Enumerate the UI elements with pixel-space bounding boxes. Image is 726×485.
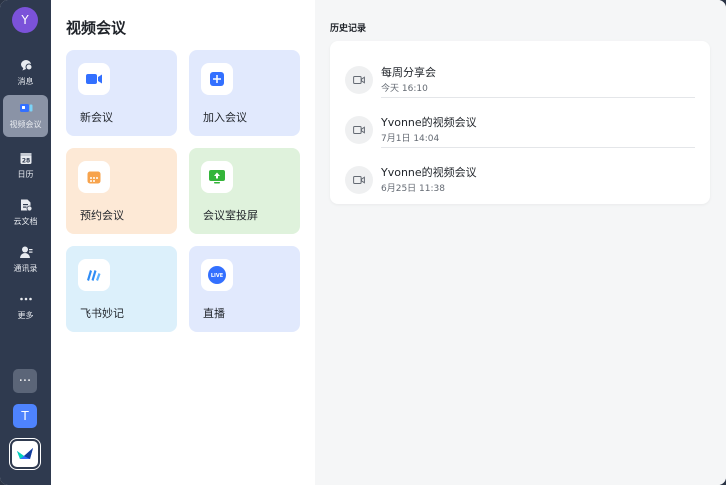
sidebar-item-label: 更多	[17, 311, 34, 320]
new-meeting-card[interactable]: 新会议	[66, 50, 177, 136]
live-stream-card[interactable]: LIVE 直播	[189, 246, 300, 332]
sidebar: Y 消息 视频会议 28 日历 云文档 通讯录 更多 ··· T	[0, 0, 51, 485]
history-panel: 历史记录 每周分享会 今天 16:10 Yvonne的视频会议 7月1日 14:…	[315, 0, 726, 485]
sidebar-item-label: 通讯录	[13, 264, 38, 273]
card-label: 新会议	[80, 111, 113, 124]
history-item-time: 今天 16:10	[381, 84, 428, 94]
more-dots-icon	[19, 292, 33, 306]
page-title: 视频会议	[66, 19, 127, 37]
sidebar-item-label: 日历	[17, 170, 34, 179]
minutes-icon	[78, 259, 110, 291]
screen-share-icon	[201, 161, 233, 193]
live-badge-text: LIVE	[211, 273, 224, 279]
user-avatar[interactable]: Y	[12, 7, 38, 33]
card-label: 预约会议	[80, 209, 124, 222]
history-list: 每周分享会 今天 16:10 Yvonne的视频会议 7月1日 14:04 Yv…	[330, 41, 710, 204]
card-label: 会议室投屏	[203, 209, 258, 222]
svg-text:28: 28	[21, 158, 29, 165]
sidebar-item-calendar[interactable]: 28 日历	[3, 145, 48, 187]
sidebar-item-label: 视频会议	[9, 120, 42, 129]
sidebar-item-label: 云文档	[13, 217, 38, 226]
join-meeting-card[interactable]: 加入会议	[189, 50, 300, 136]
history-title: 历史记录	[330, 24, 367, 34]
video-camera-icon	[345, 166, 373, 194]
workspace-avatar[interactable]: T	[13, 404, 37, 428]
history-item[interactable]: Yvonne的视频会议 7月1日 14:04	[330, 98, 710, 148]
history-item[interactable]: 每周分享会 今天 16:10	[330, 48, 710, 98]
history-item[interactable]: Yvonne的视频会议 6月25日 11:38	[330, 148, 710, 198]
feishu-logo-icon[interactable]	[10, 439, 40, 469]
sidebar-item-more[interactable]: 更多	[3, 286, 48, 328]
history-item-time: 7月1日 14:04	[381, 134, 440, 144]
feishu-minutes-card[interactable]: 飞书妙记	[66, 246, 177, 332]
sidebar-item-video-meeting[interactable]: 视频会议	[3, 95, 48, 137]
sidebar-item-cloud-docs[interactable]: 云文档	[3, 192, 48, 234]
app-window: Y 消息 视频会议 28 日历 云文档 通讯录 更多 ··· T 视频会议 新会…	[0, 0, 726, 485]
contacts-icon	[19, 245, 33, 259]
history-item-name: Yvonne的视频会议	[381, 116, 477, 129]
cloud-doc-icon	[19, 198, 33, 212]
history-item-time: 6月25日 11:38	[381, 184, 445, 194]
calendar-schedule-icon	[78, 161, 110, 193]
video-camera-icon	[78, 63, 110, 95]
main-panel: 视频会议 新会议 加入会议 预约会议 会议室投屏 飞书妙记 LIVE 直播	[51, 0, 315, 485]
schedule-meeting-card[interactable]: 预约会议	[66, 148, 177, 234]
video-camera-icon	[345, 116, 373, 144]
calendar-icon: 28	[19, 151, 33, 165]
more-apps-button[interactable]: ···	[13, 369, 37, 393]
video-meeting-icon	[19, 101, 33, 115]
sidebar-item-label: 消息	[17, 77, 34, 86]
history-item-name: 每周分享会	[381, 66, 436, 79]
live-icon: LIVE	[201, 259, 233, 291]
video-camera-icon	[345, 66, 373, 94]
card-label: 飞书妙记	[80, 307, 124, 320]
sidebar-item-contacts[interactable]: 通讯录	[3, 239, 48, 281]
card-label: 加入会议	[203, 111, 247, 124]
sidebar-item-messages[interactable]: 消息	[3, 52, 48, 94]
plus-square-icon	[201, 63, 233, 95]
room-screen-share-card[interactable]: 会议室投屏	[189, 148, 300, 234]
history-item-name: Yvonne的视频会议	[381, 166, 477, 179]
card-label: 直播	[203, 307, 225, 320]
chat-bubble-icon	[19, 58, 33, 72]
